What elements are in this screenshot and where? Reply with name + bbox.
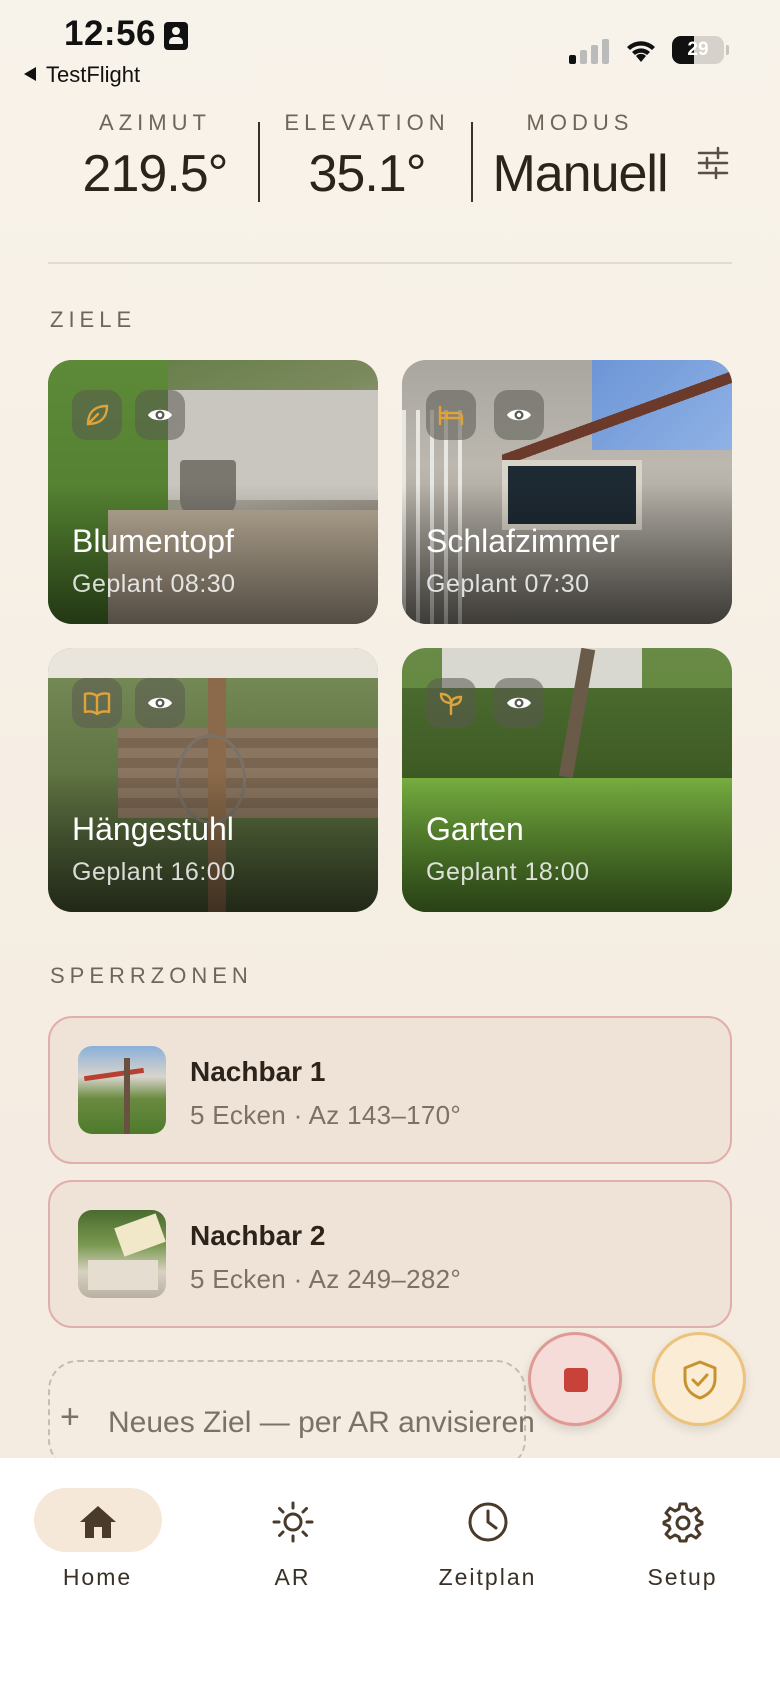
zone-thumbnail xyxy=(78,1046,166,1134)
wifi-icon xyxy=(627,41,655,62)
zone-name: Nachbar 1 xyxy=(190,1056,326,1087)
visibility-toggle[interactable] xyxy=(135,390,185,440)
target-card-schlafzimmer[interactable]: Schlafzimmer Geplant 07:30 xyxy=(402,360,732,624)
stat-divider xyxy=(471,122,473,202)
zone-detail: 5 Ecken · Az 249–282° xyxy=(190,1264,462,1294)
azimuth-stat: AZIMUT 219.5° xyxy=(65,110,245,204)
nav-setup[interactable]: Setup xyxy=(585,1458,780,1618)
visibility-toggle[interactable] xyxy=(135,678,185,728)
bed-icon xyxy=(438,405,464,426)
zone-card-nachbar-2[interactable]: Nachbar 2 5 Ecken · Az 249–282° xyxy=(48,1180,732,1328)
stop-button[interactable] xyxy=(528,1332,622,1426)
id-card-icon xyxy=(164,22,188,50)
visibility-toggle[interactable] xyxy=(494,390,544,440)
eye-icon xyxy=(148,697,172,709)
safety-shield-button[interactable] xyxy=(652,1332,746,1426)
elevation-stat: ELEVATION 35.1° xyxy=(272,110,462,204)
sun-icon xyxy=(272,1501,313,1543)
target-schedule: Geplant 16:00 xyxy=(72,858,236,886)
mode-label: MODUS xyxy=(526,110,634,135)
nav-label: Zeitplan xyxy=(438,1564,537,1590)
photo-awning xyxy=(48,648,378,678)
plus-icon: + xyxy=(60,1398,80,1436)
nav-label: Home xyxy=(62,1564,133,1590)
stop-icon xyxy=(564,1368,588,1392)
gear-icon xyxy=(662,1502,703,1543)
target-card-blumentopf[interactable]: Blumentopf Geplant 08:30 xyxy=(48,360,378,624)
cellular-signal-icon xyxy=(569,38,611,64)
target-type-chip xyxy=(72,390,122,440)
target-type-chip xyxy=(72,678,122,728)
target-name: Garten xyxy=(426,811,524,847)
book-icon xyxy=(83,692,111,716)
battery-level: 29 xyxy=(687,39,709,60)
nav-ar[interactable]: AR xyxy=(195,1458,390,1618)
elevation-label: ELEVATION xyxy=(284,110,450,135)
home-icon xyxy=(79,1506,116,1538)
target-schedule: Geplant 07:30 xyxy=(426,570,590,598)
target-name: Blumentopf xyxy=(72,523,234,559)
back-arrow-icon xyxy=(24,67,36,81)
nav-label: AR xyxy=(274,1564,311,1590)
tune-icon[interactable] xyxy=(696,146,730,180)
header-divider xyxy=(48,262,732,264)
target-card-haengestuhl[interactable]: Hängestuhl Geplant 16:00 xyxy=(48,648,378,912)
target-name: Hängestuhl xyxy=(72,811,234,847)
target-schedule: Geplant 08:30 xyxy=(72,570,236,598)
shield-check-icon xyxy=(683,1360,717,1400)
target-schedule: Geplant 18:00 xyxy=(426,858,590,886)
stat-divider xyxy=(258,122,260,202)
back-to-app-link[interactable]: TestFlight xyxy=(24,62,140,88)
clock-icon xyxy=(468,1502,507,1542)
zones-section-title: SPERRZONEN xyxy=(50,963,253,988)
battery-icon: 29 xyxy=(672,36,724,64)
nav-home[interactable]: Home xyxy=(0,1458,195,1618)
add-target-label: Neues Ziel — per AR anvisieren xyxy=(108,1406,535,1439)
target-name: Schlafzimmer xyxy=(426,523,620,559)
back-app-label: TestFlight xyxy=(46,62,141,87)
zone-name: Nachbar 2 xyxy=(190,1220,326,1251)
nav-zeitplan[interactable]: Zeitplan xyxy=(390,1458,585,1618)
status-bar: 12:56 TestFlight 29 xyxy=(0,0,780,95)
nav-label: Setup xyxy=(647,1564,718,1590)
eye-icon xyxy=(148,409,172,421)
visibility-toggle[interactable] xyxy=(494,678,544,728)
zone-card-nachbar-1[interactable]: Nachbar 1 5 Ecken · Az 143–170° xyxy=(48,1016,732,1164)
zone-thumbnail xyxy=(78,1210,166,1298)
eye-icon xyxy=(507,409,531,421)
azimuth-value: 219.5° xyxy=(82,145,229,203)
eye-icon xyxy=(507,697,531,709)
sprout-icon xyxy=(439,692,463,716)
bottom-navigation: Home AR Zeitplan Setup xyxy=(0,1458,780,1688)
leaf-icon xyxy=(86,404,109,426)
targets-section-title: ZIELE xyxy=(50,307,137,332)
target-type-chip xyxy=(426,390,476,440)
target-card-garten[interactable]: Garten Geplant 18:00 xyxy=(402,648,732,912)
target-type-chip xyxy=(426,678,476,728)
azimuth-label: AZIMUT xyxy=(99,110,211,135)
mode-stat: MODUS Manuell xyxy=(482,110,678,204)
orientation-stats: AZIMUT 219.5° ELEVATION 35.1° MODUS Manu… xyxy=(0,110,780,210)
add-target-button[interactable]: + Neues Ziel — per AR anvisieren xyxy=(48,1360,535,1470)
status-time: 12:56 xyxy=(64,14,157,53)
mode-value: Manuell xyxy=(492,145,668,203)
elevation-value: 35.1° xyxy=(308,145,426,203)
zone-detail: 5 Ecken · Az 143–170° xyxy=(190,1100,462,1130)
